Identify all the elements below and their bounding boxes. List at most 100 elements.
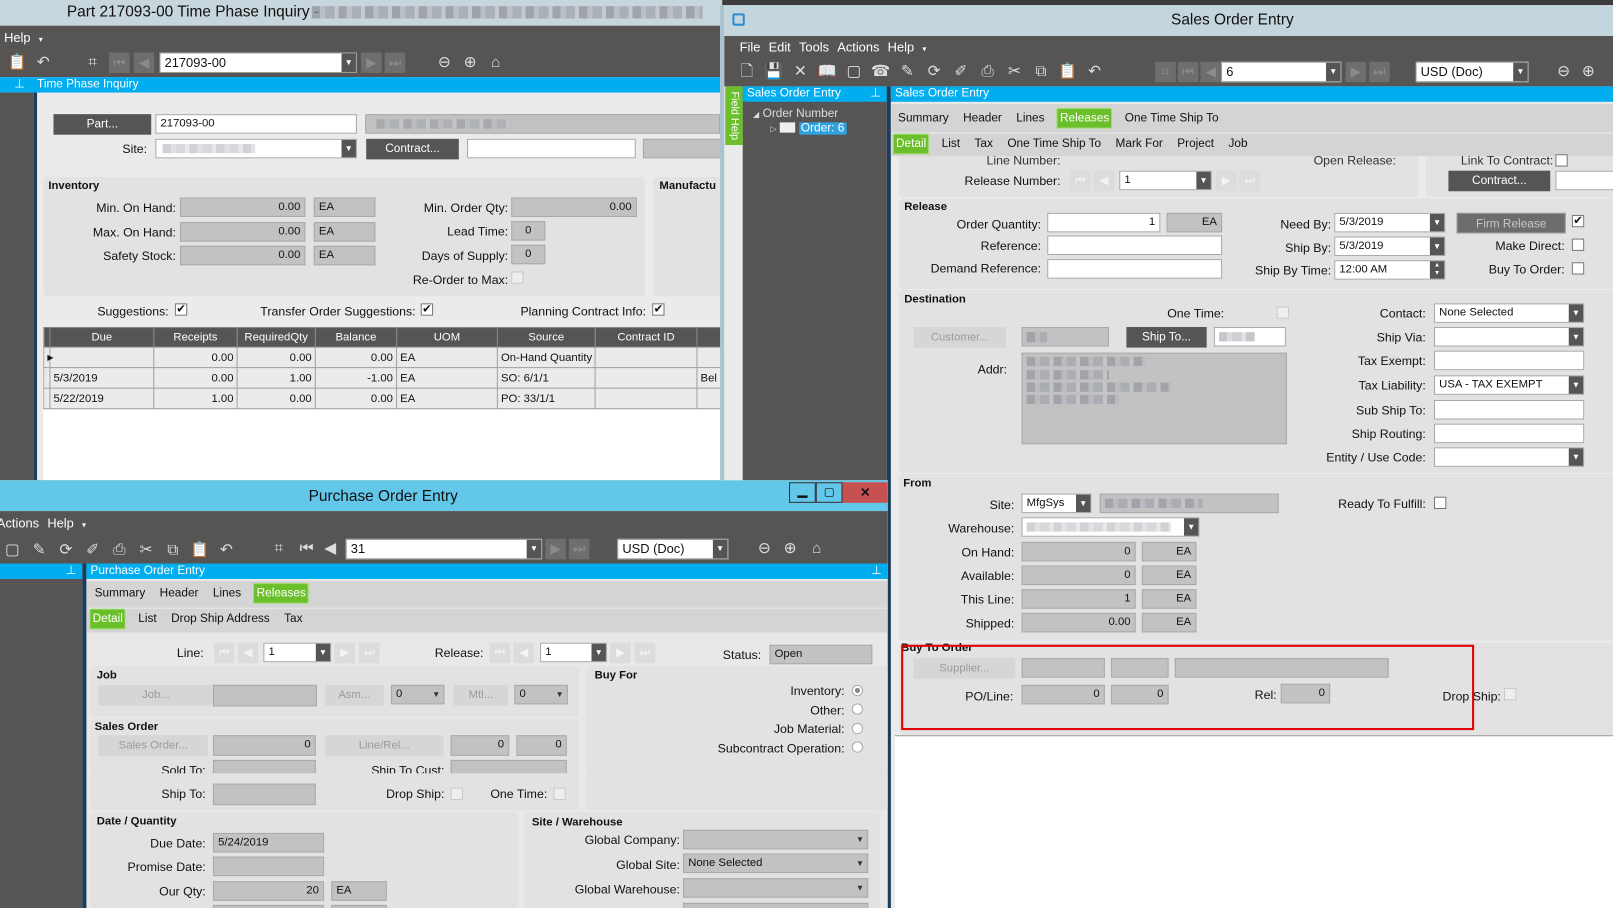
job-button[interactable]: Job... [98, 684, 213, 706]
tab-tax[interactable]: Tax [972, 135, 995, 154]
table-row[interactable]: 5/3/2019 0.00 1.00 -1.00 EA SO: 6/1/1 Bel [43, 367, 723, 389]
chevron-down-icon[interactable]: ▼ [1184, 518, 1199, 536]
last-line-icon[interactable]: ⏭ [359, 642, 380, 664]
chevron-down-icon[interactable]: ▼ [1076, 494, 1091, 513]
contract-input[interactable] [467, 138, 636, 159]
chevron-down-icon[interactable]: ▼ [1568, 448, 1584, 466]
last-record-icon[interactable]: ⏭ [1369, 61, 1390, 83]
note-icon[interactable]: ▢ [2, 540, 23, 561]
close-button[interactable]: ✕ [842, 482, 888, 503]
tab-lines[interactable]: Lines [211, 584, 243, 603]
order-qty-input[interactable]: 1 [1047, 212, 1161, 233]
tree-root[interactable]: ◢ Order Number [753, 108, 838, 120]
tab-summary[interactable]: Summary [896, 109, 951, 128]
tab-project[interactable]: Project [1175, 135, 1216, 154]
chevron-down-icon[interactable]: ▼ [429, 686, 443, 703]
part-button[interactable]: Part... [53, 114, 152, 135]
chevron-down-icon[interactable]: ▼ [341, 53, 356, 72]
search-binoculars-icon[interactable]: ⌗ [1155, 61, 1176, 83]
drop-ship-checkbox[interactable] [450, 787, 463, 801]
reorder-max-checkbox[interactable] [511, 271, 524, 284]
tab-releases[interactable]: Releases [253, 583, 309, 604]
suggestions-checkbox[interactable]: ✔ [174, 303, 188, 316]
customer-button[interactable]: Customer... [913, 326, 1007, 348]
demand-reference-input[interactable] [1047, 259, 1223, 279]
menu-actions[interactable]: Actions [0, 516, 39, 530]
pin-icon[interactable]: ⊥ [871, 564, 881, 579]
one-time-checkbox[interactable] [553, 787, 566, 801]
cut-icon[interactable]: ✂ [136, 540, 157, 561]
next-release-icon[interactable]: ▶ [610, 642, 631, 664]
save-icon[interactable]: 💾 [763, 62, 784, 83]
new-icon[interactable]: 🗋 [737, 62, 758, 83]
maximize-button[interactable]: ▢ [815, 482, 843, 503]
clear-icon[interactable]: ✐ [951, 62, 972, 83]
ship-by-date[interactable]: 5/3/2019 ▼ [1334, 236, 1446, 257]
ready-to-fulfill-checkbox[interactable] [1434, 496, 1447, 510]
po-number-combo[interactable]: 31 ▼ [345, 538, 543, 560]
contract-input[interactable] [1555, 170, 1613, 191]
firm-release-button[interactable]: Firm Release [1456, 212, 1566, 234]
book-icon[interactable]: 📖 [817, 62, 838, 83]
table-row[interactable]: 5/22/2019 1.00 0.00 0.00 EA PO: 33/1/1 [43, 387, 723, 410]
tab-header[interactable]: Header [961, 109, 1004, 128]
cut-icon[interactable]: ✂ [1004, 62, 1025, 83]
calendar-dropdown-icon[interactable]: ▼ [1429, 237, 1445, 256]
chevron-down-icon[interactable]: ▼ [591, 643, 606, 662]
tab-job[interactable]: Job [1226, 135, 1249, 154]
minimize-button[interactable]: ▁ [789, 482, 816, 503]
line-rel-button[interactable]: Line/Rel... [325, 735, 444, 756]
column-header[interactable]: Contract ID [594, 326, 698, 348]
forward-icon[interactable]: ⊕ [460, 52, 481, 73]
first-release-icon[interactable]: ⏮ [1069, 170, 1091, 192]
search-binoculars-icon[interactable]: ⌗ [82, 52, 103, 73]
prev-release-icon[interactable]: ◀ [1093, 170, 1115, 192]
sales-order-button[interactable]: Sales Order... [98, 735, 208, 756]
chevron-down-icon[interactable]: ▼ [1568, 376, 1584, 394]
back-icon[interactable]: ⊖ [1553, 62, 1574, 83]
ship-to-button[interactable]: Ship To... [1126, 326, 1207, 348]
prev-record-icon[interactable]: ◀ [1200, 61, 1222, 83]
buy-for-other-radio[interactable] [851, 703, 864, 715]
mtl-button[interactable]: Mtl... [453, 684, 509, 706]
home-icon[interactable]: ⌂ [807, 539, 828, 560]
pin-icon[interactable]: ⊥ [66, 564, 76, 579]
buy-to-order-checkbox[interactable] [1571, 262, 1585, 275]
asm-button[interactable]: Asm... [325, 684, 384, 706]
prev-record-icon[interactable]: ◀ [133, 52, 155, 74]
prev-release-icon[interactable]: ◀ [513, 642, 534, 664]
part-input[interactable]: 217093-00 [155, 114, 357, 134]
menu-tools[interactable]: Tools [799, 40, 829, 54]
chevron-down-icon[interactable]: ▼ [1568, 304, 1584, 322]
menu-overflow-icon[interactable]: ▾ [82, 520, 86, 529]
tab-detail[interactable]: Detail [89, 608, 126, 630]
table-row[interactable]: ▶ 0.00 0.00 0.00 EA On-Hand Quantity [43, 346, 723, 369]
chevron-down-icon[interactable]: ▼ [526, 539, 542, 559]
phone-icon[interactable]: ☎ [870, 62, 891, 83]
tab-detail[interactable]: Detail [892, 133, 930, 155]
contract-button[interactable]: Contract... [366, 138, 459, 160]
field-help-tab[interactable]: Field Help [725, 86, 743, 145]
tab-releases[interactable]: Releases [1056, 107, 1113, 129]
copy-icon[interactable]: ⧉ [163, 540, 184, 561]
part-key-combo[interactable]: 217093-00 ▼ [159, 52, 357, 74]
global-warehouse-combo[interactable]: ▼ [683, 878, 869, 898]
back-icon[interactable]: ⊖ [754, 539, 775, 560]
sub-ship-to-input[interactable] [1434, 400, 1585, 420]
spinner-icon[interactable]: ▲ ▼ [1429, 261, 1445, 279]
next-release-icon[interactable]: ▶ [1215, 170, 1237, 192]
tab-mark-for[interactable]: Mark For [1113, 135, 1164, 154]
global-site-combo[interactable]: None Selected ▼ [683, 853, 869, 874]
forward-icon[interactable]: ⊕ [1578, 62, 1599, 83]
ship-by-time-spinner[interactable]: 12:00 AM ▲ ▼ [1334, 260, 1446, 280]
release-combo[interactable]: 1 ▼ [540, 642, 607, 663]
release-number-combo[interactable]: 1 ▼ [1119, 170, 1212, 191]
delete-icon[interactable]: ✕ [790, 62, 811, 83]
back-icon[interactable]: ⊖ [434, 52, 455, 73]
first-record-icon[interactable]: ⏮ [1177, 61, 1199, 83]
drop-ship-checkbox[interactable] [1503, 687, 1517, 701]
asm-combo[interactable]: 0 ▼ [390, 684, 445, 705]
column-header[interactable]: UOM [396, 326, 498, 348]
refresh-icon[interactable]: ⟳ [56, 540, 77, 561]
first-line-icon[interactable]: ⏮ [213, 642, 235, 664]
